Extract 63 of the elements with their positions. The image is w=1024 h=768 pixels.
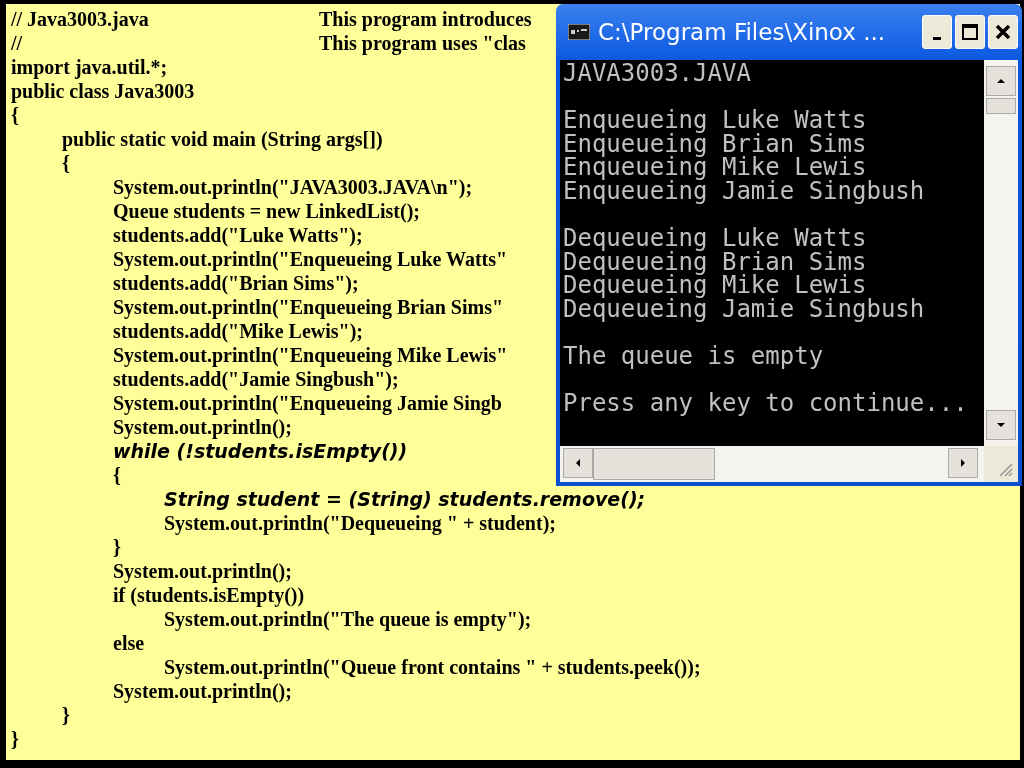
close-icon	[993, 22, 1013, 42]
code-line: while (!students.isEmpty())	[113, 439, 408, 463]
code-line: if (students.isEmpty())	[113, 583, 305, 607]
code-line: {	[113, 463, 121, 487]
code-line: System.out.println("Enqueueing Brian Sims"	[113, 295, 504, 319]
console-line: Press any key to continue...	[563, 392, 969, 416]
code-comment: This program uses "clas	[319, 31, 526, 55]
code-line: students.add("Jamie Singbush");	[113, 367, 399, 391]
code-comment: This program introduces	[319, 7, 532, 31]
up-arrow-icon	[996, 76, 1006, 86]
close-button[interactable]	[988, 15, 1018, 49]
console-line: Enqueueing Brian Sims	[563, 132, 868, 157]
code-line: System.out.println("Queue front contains " + students.peek());	[164, 655, 701, 679]
code-line: System.out.println();	[113, 415, 292, 439]
code-line: System.out.println("Enqueueing Jamie Singb	[113, 391, 502, 415]
right-arrow-icon	[958, 458, 968, 468]
scroll-down-button[interactable]	[986, 410, 1016, 440]
vertical-scrollbar[interactable]	[984, 60, 1018, 446]
console-line: Dequeueing Mike Lewis	[563, 274, 867, 298]
code-line: }	[11, 727, 19, 751]
console-line: Dequeueing Luke Watts	[563, 227, 868, 251]
code-line: import java.util.*;	[11, 55, 168, 79]
minimize-icon	[933, 36, 941, 40]
scroll-thumb[interactable]	[986, 98, 1016, 114]
maximize-icon	[960, 22, 980, 42]
console-icon	[568, 24, 590, 40]
code-line: String student = (String) students.remove();	[164, 487, 646, 511]
code-line: System.out.println();	[113, 559, 292, 583]
code-line: else	[113, 631, 145, 655]
code-line: System.out.println();	[113, 679, 292, 703]
scroll-right-button[interactable]	[948, 448, 978, 478]
code-line: // Java3003.java	[11, 7, 150, 31]
code-line: }	[62, 703, 70, 727]
code-line: students.add("Luke Watts");	[113, 223, 363, 247]
code-line: System.out.println("Dequeueing " + student);	[164, 511, 556, 535]
code-line: public class Java3003	[11, 79, 195, 103]
console-line: Enqueueing Jamie Singbush	[563, 179, 926, 204]
code-line: //	[11, 31, 24, 55]
maximize-button[interactable]	[955, 15, 985, 49]
horizontal-scrollbar[interactable]	[560, 446, 984, 482]
scroll-thumb[interactable]	[593, 448, 715, 480]
code-line: System.out.println("Enqueueing Luke Watts"	[113, 247, 508, 271]
code-line: System.out.println("JAVA3003.JAVA\n");	[113, 175, 473, 199]
code-line: students.add("Mike Lewis");	[113, 319, 363, 343]
code-line: System.out.println("The queue is empty");	[164, 607, 532, 631]
code-line: }	[113, 535, 121, 559]
code-line: students.add("Brian Sims");	[113, 271, 359, 295]
scroll-left-button[interactable]	[563, 448, 593, 478]
code-line: Queue students = new LinkedList();	[113, 199, 420, 223]
down-arrow-icon	[996, 420, 1006, 430]
minimize-button[interactable]	[922, 15, 952, 49]
console-line: The queue is empty	[563, 345, 825, 369]
code-line: {	[11, 103, 19, 127]
scroll-up-button[interactable]	[986, 66, 1016, 96]
window-title: C:\Program Files\Xinox ...	[598, 19, 887, 45]
code-line: public static void main (String args[])	[62, 127, 383, 151]
console-line: Enqueueing Mike Lewis	[563, 156, 867, 180]
console-line: Dequeueing Jamie Singbush	[563, 297, 926, 322]
console-line: JAVA3003.JAVA	[563, 62, 752, 86]
code-line: System.out.println("Enqueueing Mike Lewis"	[113, 343, 508, 367]
code-line: {	[62, 151, 70, 175]
console-line: Enqueueing Luke Watts	[563, 109, 868, 133]
console-line: Dequeueing Brian Sims	[563, 250, 868, 275]
